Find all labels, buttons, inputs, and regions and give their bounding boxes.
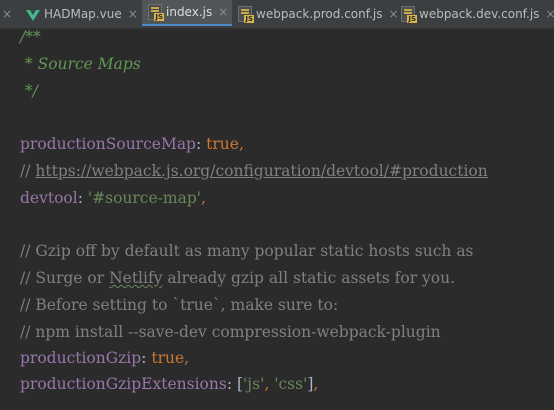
code-line-production-source-map: productionSourceMap: true,	[20, 135, 244, 153]
property-key: productionGzipExtensions	[20, 375, 227, 393]
code-line-gzip-comment-4: // npm install --save-dev compression-we…	[20, 323, 441, 341]
close-icon[interactable]: ×	[218, 5, 228, 19]
js-file-icon: JS	[238, 6, 254, 23]
tab-label: HADMap.vue	[44, 7, 122, 21]
js-file-icon: JS	[401, 6, 417, 23]
tab-hadmap-vue[interactable]: HADMap.vue ×	[26, 0, 138, 28]
code-editor[interactable]: /** * Source Maps */ productionSourceMap…	[0, 29, 554, 410]
boolean-value: true	[206, 135, 239, 153]
string-value: 'css'	[274, 375, 308, 393]
code-line-gzip-comment-1: // Gzip off by default as many popular s…	[20, 242, 474, 260]
tab-label: index.js	[166, 5, 213, 19]
code-line-production-gzip: productionGzip: true,	[20, 349, 190, 367]
string-value: 'js'	[243, 375, 265, 393]
vue-file-icon	[26, 9, 40, 21]
close-icon[interactable]: ×	[128, 7, 138, 21]
close-icon[interactable]: ×	[2, 7, 12, 21]
code-line-gzip-comment-3: // Before setting to `true`, make sure t…	[20, 296, 339, 314]
tab-webpack-prod-conf[interactable]: JS webpack.prod.conf.js ×	[238, 0, 399, 28]
tab-index-js[interactable]: JS index.js ×	[142, 0, 232, 26]
property-key: productionGzip	[20, 349, 142, 367]
doc-comment-title: * Source Maps	[20, 55, 141, 73]
doc-comment-open: /**	[20, 29, 41, 46]
code-line-gzip-comment-2: // Surge or Netlify already gzip all sta…	[20, 269, 456, 287]
tab-webpack-dev-conf[interactable]: JS webpack.dev.conf.js ×	[401, 0, 554, 28]
tab-leading-close[interactable]: ×	[2, 0, 12, 28]
close-icon[interactable]: ×	[389, 7, 399, 21]
close-icon[interactable]: ×	[545, 7, 554, 21]
tab-label: webpack.prod.conf.js	[256, 7, 383, 21]
property-key: devtool	[20, 189, 78, 207]
code-line-production-gzip-extensions: productionGzipExtensions: ['js', 'css'],	[20, 375, 319, 393]
property-key: productionSourceMap	[20, 135, 196, 153]
tab-label: webpack.dev.conf.js	[419, 7, 540, 21]
code-line-url-comment: // https://webpack.js.org/configuration/…	[20, 162, 488, 180]
documentation-link[interactable]: https://webpack.js.org/configuration/dev…	[35, 162, 487, 180]
js-file-icon: JS	[148, 4, 164, 21]
boolean-value: true	[151, 349, 185, 367]
doc-comment-close: */	[20, 82, 38, 100]
string-value: '#source-map'	[87, 189, 202, 207]
spellcheck-word: Netlify	[109, 269, 163, 287]
editor-tab-bar: × HADMap.vue × JS index.js × JS webpack.…	[0, 0, 554, 29]
code-line-devtool: devtool: '#source-map',	[20, 189, 206, 207]
